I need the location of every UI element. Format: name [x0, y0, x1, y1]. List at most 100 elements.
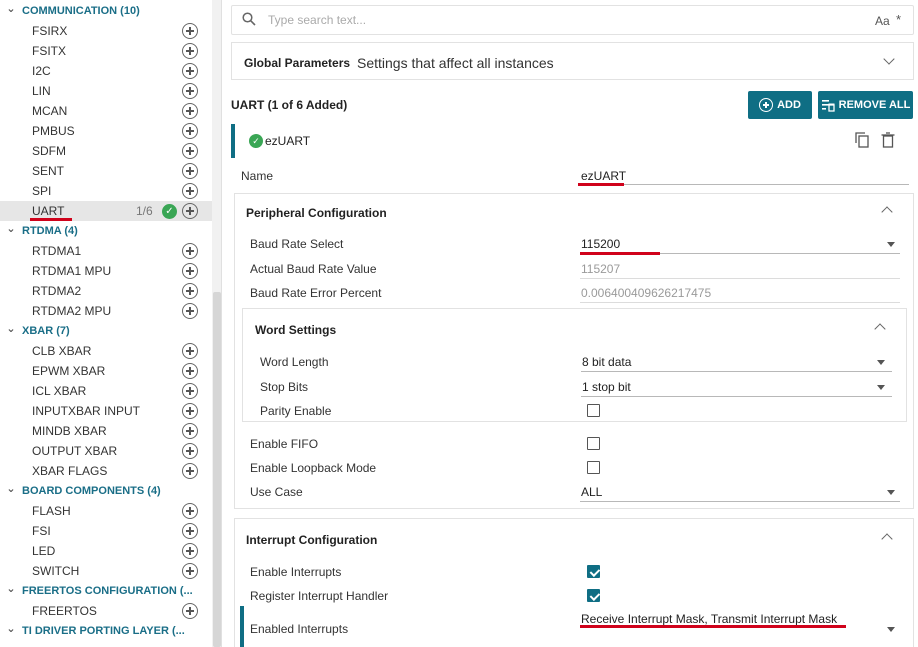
dropdown-arrow-icon[interactable]	[877, 385, 885, 390]
global-parameters-panel[interactable]: Global Parameters Settings that affect a…	[231, 42, 914, 80]
chevron-down-icon[interactable]: ⌄	[0, 222, 22, 235]
add-circle-icon[interactable]	[182, 303, 198, 319]
chevron-down-icon[interactable]: ⌄	[0, 2, 22, 15]
sidebar-item-lin[interactable]: LIN	[0, 81, 212, 101]
enable-fifo-checkbox[interactable]	[587, 437, 600, 450]
remove-all-button[interactable]: REMOVE ALL	[818, 91, 913, 119]
sidebar-scrollbar[interactable]	[212, 0, 221, 647]
sidebar-item-flash[interactable]: FLASH	[0, 501, 212, 521]
sidebar-item-sent[interactable]: SENT	[0, 161, 212, 181]
sidebar-item-fsitx[interactable]: FSITX	[0, 41, 212, 61]
enabled-interrupts-dropdown[interactable]: Receive Interrupt Mask, Transmit Interru…	[581, 612, 837, 626]
regex-toggle[interactable]: *	[896, 12, 901, 27]
sidebar-item-icl-xbar[interactable]: ICL XBAR	[0, 381, 212, 401]
sidebar-item-mcan[interactable]: MCAN	[0, 101, 212, 121]
search-input[interactable]	[268, 11, 828, 29]
add-circle-icon[interactable]	[182, 23, 198, 39]
add-circle-icon[interactable]	[182, 183, 198, 199]
chevron-down-icon[interactable]: ⌄	[0, 482, 22, 495]
chevron-up-icon[interactable]	[881, 533, 893, 545]
sidebar-scrollbar-thumb[interactable]	[213, 292, 221, 647]
sidebar-item-xbar-flags[interactable]: XBAR FLAGS	[0, 461, 212, 481]
name-input[interactable]: ezUART	[581, 169, 626, 183]
sidebar-category-label: RTDMA (4)	[22, 225, 78, 237]
sidebar-category-tidriver[interactable]: ⌄ TI DRIVER PORTING LAYER (...	[0, 621, 212, 641]
sidebar-item-uart[interactable]: UART 1/6 ✓	[0, 201, 212, 221]
add-circle-icon[interactable]	[182, 43, 198, 59]
add-circle-icon[interactable]	[182, 403, 198, 419]
use-case-dropdown[interactable]: ALL	[581, 485, 602, 499]
sidebar-category-board[interactable]: ⌄ BOARD COMPONENTS (4)	[0, 481, 212, 501]
sidebar-item-rtdma2-mpu[interactable]: RTDMA2 MPU	[0, 301, 212, 321]
sidebar-category-rtdma[interactable]: ⌄ RTDMA (4)	[0, 221, 212, 241]
dropdown-arrow-icon[interactable]	[887, 490, 895, 495]
add-circle-icon[interactable]	[182, 443, 198, 459]
sidebar-item-fsi[interactable]: FSI	[0, 521, 212, 541]
match-case-toggle[interactable]: Aa	[875, 14, 890, 28]
register-handler-checkbox[interactable]	[587, 589, 600, 602]
copy-icon[interactable]	[855, 132, 869, 148]
add-instance-button[interactable]: ADD	[748, 91, 812, 119]
add-circle-icon[interactable]	[182, 203, 198, 219]
sidebar-item-inputxbar-input[interactable]: INPUTXBAR INPUT	[0, 401, 212, 421]
add-circle-icon[interactable]	[182, 83, 198, 99]
add-circle-icon[interactable]	[182, 563, 198, 579]
sidebar-item-fsirx[interactable]: FSIRX	[0, 21, 212, 41]
sidebar-item-rtdma2[interactable]: RTDMA2	[0, 281, 212, 301]
baud-rate-select-dropdown[interactable]: 115200	[581, 237, 620, 251]
add-circle-icon[interactable]	[182, 603, 198, 619]
chevron-down-icon[interactable]: ⌄	[0, 322, 22, 335]
chevron-down-icon[interactable]: ⌄	[0, 582, 22, 595]
add-circle-icon[interactable]	[182, 163, 198, 179]
sidebar-category-communication[interactable]: ⌄ COMMUNICATION (10)	[0, 1, 212, 21]
sidebar-item-mindb-xbar[interactable]: MINDB XBAR	[0, 421, 212, 441]
sidebar-item-output-xbar[interactable]: OUTPUT XBAR	[0, 441, 212, 461]
add-circle-icon[interactable]	[182, 523, 198, 539]
chevron-up-icon[interactable]	[874, 323, 886, 335]
sidebar-item-switch[interactable]: SWITCH	[0, 561, 212, 581]
sidebar-item-freertos[interactable]: FREERTOS	[0, 601, 212, 621]
sidebar-item-spi[interactable]: SPI	[0, 181, 212, 201]
stop-bits-underline	[581, 396, 892, 397]
sidebar-category-freertos[interactable]: ⌄ FREERTOS CONFIGURATION (...	[0, 581, 212, 601]
enable-loopback-checkbox[interactable]	[587, 461, 600, 474]
add-circle-icon[interactable]	[182, 123, 198, 139]
dropdown-arrow-icon[interactable]	[877, 360, 885, 365]
chevron-down-icon[interactable]	[883, 53, 895, 65]
add-circle-icon[interactable]	[182, 243, 198, 259]
check-circle-icon: ✓	[162, 203, 177, 219]
add-circle-icon[interactable]	[182, 143, 198, 159]
parity-enable-checkbox[interactable]	[587, 404, 600, 417]
sidebar-item-i2c[interactable]: I2C	[0, 61, 212, 81]
sidebar-item-led[interactable]: LED	[0, 541, 212, 561]
sidebar-item-epwm-xbar[interactable]: EPWM XBAR	[0, 361, 212, 381]
sidebar-item-rtdma1[interactable]: RTDMA1	[0, 241, 212, 261]
instance-ezuart[interactable]: ✓ ezUART	[231, 124, 914, 158]
chevron-down-icon[interactable]: ⌄	[0, 622, 22, 635]
add-circle-icon[interactable]	[182, 423, 198, 439]
dropdown-arrow-icon[interactable]	[887, 242, 895, 247]
word-length-dropdown[interactable]: 8 bit data	[582, 355, 631, 369]
add-circle-icon[interactable]	[182, 63, 198, 79]
sidebar-item-sdfm[interactable]: SDFM	[0, 141, 212, 161]
sidebar-item-clb-xbar[interactable]: CLB XBAR	[0, 341, 212, 361]
chevron-up-icon[interactable]	[881, 206, 893, 218]
add-circle-icon[interactable]	[182, 283, 198, 299]
baud-rate-select-label: Baud Rate Select	[250, 237, 344, 251]
add-circle-icon[interactable]	[182, 103, 198, 119]
dropdown-arrow-icon[interactable]	[887, 627, 895, 632]
trash-icon[interactable]	[881, 132, 895, 148]
enable-interrupts-checkbox[interactable]	[587, 565, 600, 578]
actual-baud-rate-underline	[580, 278, 900, 279]
sidebar-item-rtdma1-mpu[interactable]: RTDMA1 MPU	[0, 261, 212, 281]
add-circle-icon[interactable]	[182, 263, 198, 279]
add-circle-icon[interactable]	[182, 463, 198, 479]
add-circle-icon[interactable]	[182, 363, 198, 379]
sidebar-category-xbar[interactable]: ⌄ XBAR (7)	[0, 321, 212, 341]
add-circle-icon[interactable]	[182, 343, 198, 359]
sidebar-item-pmbus[interactable]: PMBUS	[0, 121, 212, 141]
add-circle-icon[interactable]	[182, 543, 198, 559]
stop-bits-dropdown[interactable]: 1 stop bit	[582, 380, 631, 394]
add-circle-icon[interactable]	[182, 383, 198, 399]
add-circle-icon[interactable]	[182, 503, 198, 519]
